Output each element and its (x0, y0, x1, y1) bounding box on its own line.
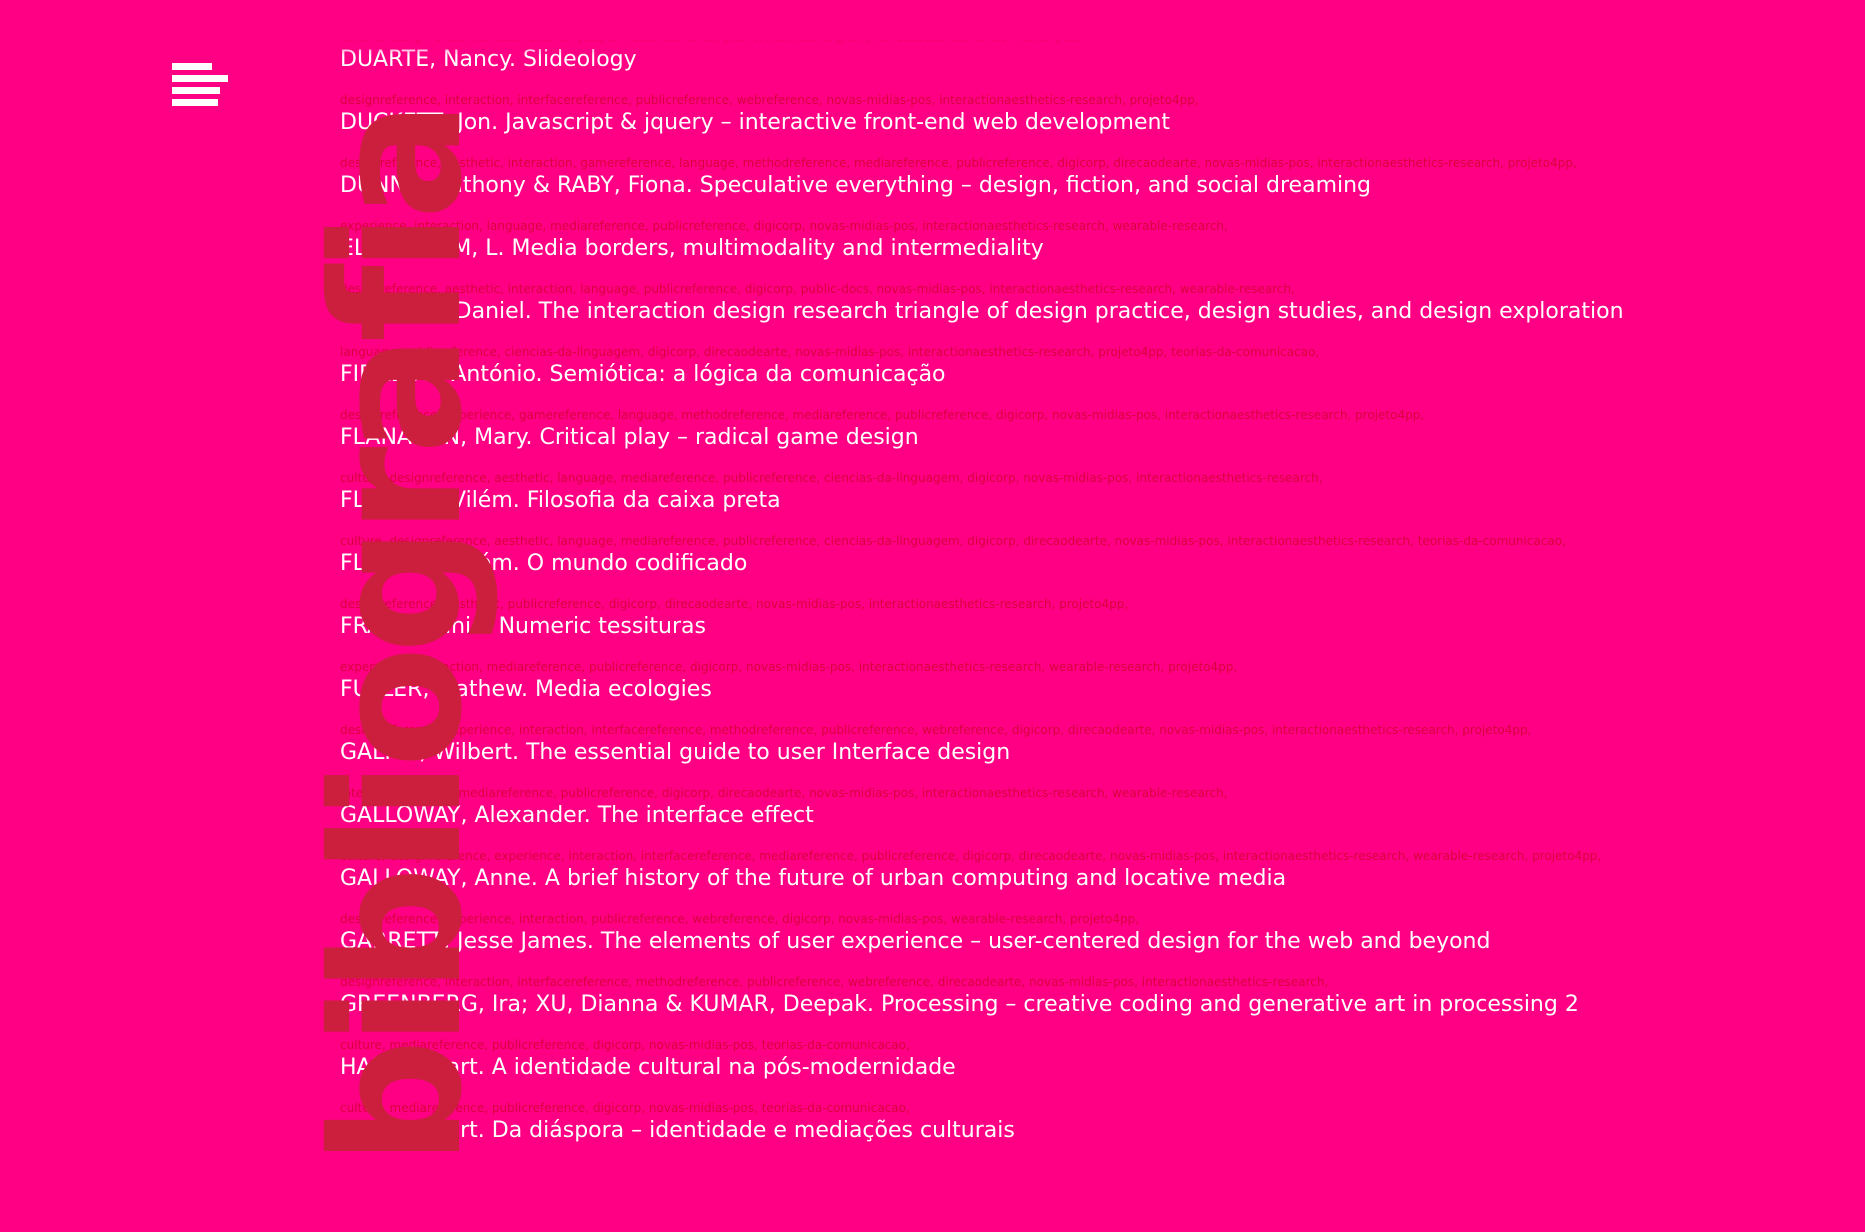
bibliography-list[interactable]: culture, designreference, aesthetic, lan… (340, 40, 1760, 1180)
entry-tags: designreference, experience, interaction… (340, 723, 1532, 737)
entry-tags: culture, designreference, experience, in… (340, 849, 1602, 863)
menu-icon-bar (172, 63, 212, 70)
entry-tags: culture, designreference, aesthetic, lan… (340, 40, 1080, 44)
entry-tags: designreference, aesthetic, interaction,… (340, 156, 1577, 170)
entry-title-link[interactable]: GREENBERG, Ira; XU, Dianna & KUMAR, Deep… (340, 991, 1579, 1019)
entry-tags: designreference, experience, gamereferen… (340, 408, 1425, 422)
menu-icon[interactable] (172, 63, 228, 107)
page: culture, designreference, aesthetic, lan… (0, 0, 1865, 1232)
bottom-fade (340, 1178, 1760, 1232)
entry-tags: designreference, interaction, interfacer… (340, 93, 1199, 107)
entry-title-link[interactable]: FALLMAN, Daniel. The interaction design … (340, 298, 1624, 326)
menu-icon-bar (172, 75, 228, 82)
page-title: bibliografia (294, 107, 501, 1166)
entry-title-link[interactable]: DUARTE, Nancy. Slideology (340, 46, 637, 74)
entry-tags: culture, designreference, aesthetic, lan… (340, 534, 1566, 548)
entry-title-link[interactable]: GARRETT, Jesse James. The elements of us… (340, 928, 1490, 956)
menu-icon-bar (172, 87, 220, 94)
menu-icon-bar (172, 99, 218, 106)
